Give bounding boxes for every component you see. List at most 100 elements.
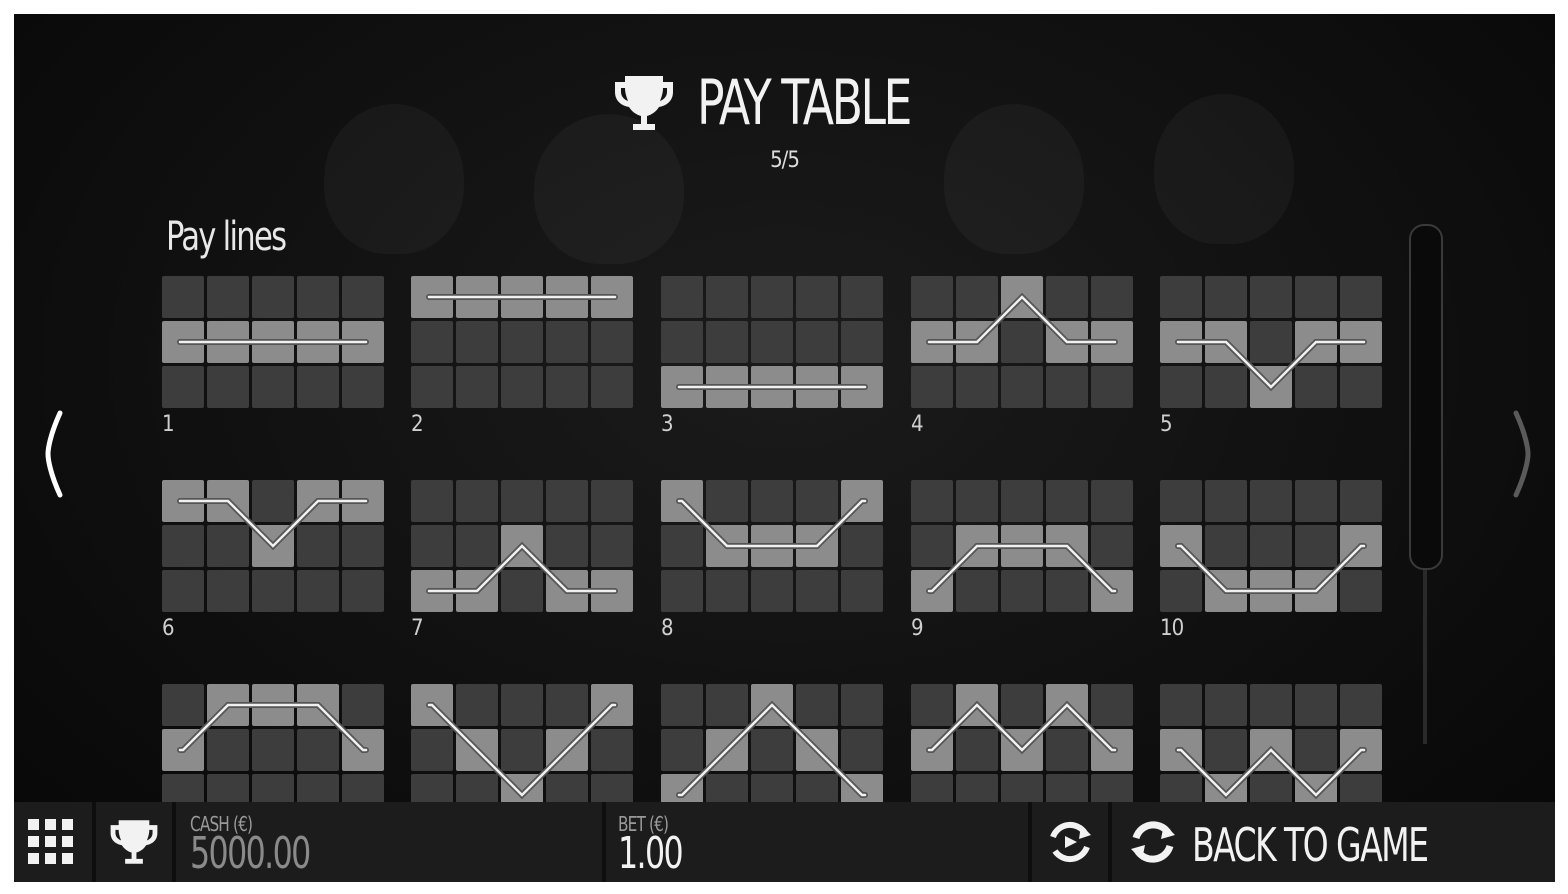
payline-cell [706,774,748,802]
payline-cell [1250,321,1292,363]
divider [602,802,606,882]
payline-cell [661,570,703,612]
payline-cell [1046,366,1088,408]
payline-cell [1295,729,1337,771]
payline-cell [1340,774,1382,802]
payline-cell [911,480,953,522]
payline-cell [501,684,543,726]
payline-cell [1340,570,1382,612]
payline-cell [411,729,453,771]
paytable-button[interactable] [96,802,172,882]
payline-cell [1250,774,1292,802]
payline-diagram [1160,684,1382,802]
payline-cell [456,366,498,408]
payline-cell [956,366,998,408]
payline-cell [456,774,498,802]
payline-number: 1 [162,412,175,437]
payline-diagram [162,480,384,612]
chevron-left-icon [45,410,63,498]
payline-cell [252,774,294,802]
payline-cell [1046,729,1088,771]
payline-cell [841,321,883,363]
payline-cell [751,729,793,771]
payline-cell [1160,774,1202,802]
payline-cell [1001,684,1043,726]
payline-cell [911,366,953,408]
payline-cell [252,276,294,318]
payline-cell [1001,774,1043,802]
payline-diagram [162,684,384,802]
payline-cell [342,276,384,318]
payline-number: 6 [162,616,175,641]
payline-cell [661,276,703,318]
payline-cell [411,480,453,522]
payline-cell [591,321,633,363]
payline-cell [661,321,703,363]
divider [172,802,176,882]
payline-cell [1091,366,1133,408]
payline-number: 3 [661,412,674,437]
payline-cell [1001,366,1043,408]
payline-cell [1340,366,1382,408]
payline-cell [1160,570,1202,612]
next-page-button[interactable] [1500,409,1540,499]
payline-cell [546,321,588,363]
payline-cell [162,684,204,726]
payline-cell [796,321,838,363]
payline-cell [1091,480,1133,522]
payline-cell [297,366,339,408]
menu-button[interactable] [14,802,92,882]
payline-cell [207,729,249,771]
payline-cell [546,684,588,726]
payline-cell [207,366,249,408]
payline-cell [456,525,498,567]
payline-cell [207,525,249,567]
payline-cell [956,570,998,612]
payline-cell [1250,684,1292,726]
payline-cell [1340,684,1382,726]
payline-cell [956,729,998,771]
payline-cell [1046,570,1088,612]
payline-cell [841,525,883,567]
payline-cell [841,276,883,318]
payline-cell [1160,276,1202,318]
previous-page-button[interactable] [36,409,76,499]
payline-cell [207,774,249,802]
payline-12: 12 [411,684,635,802]
payline-cell [956,480,998,522]
payline-cell [162,570,204,612]
scrollbar-thumb[interactable] [1409,224,1443,570]
payline-cell [342,366,384,408]
payline-cell [661,729,703,771]
payline-diagram [661,480,883,612]
bet-value[interactable]: 1.00 [618,828,684,879]
payline-6: 6 [162,480,386,641]
payline-cell [706,321,748,363]
payline-cell [751,570,793,612]
payline-cell [342,774,384,802]
payline-cell [1295,276,1337,318]
autoplay-button[interactable] [1032,802,1108,882]
payline-cell [162,366,204,408]
payline-cell [706,276,748,318]
payline-cell [706,684,748,726]
payline-cell [1160,480,1202,522]
payline-cell [591,480,633,522]
payline-cell [1250,525,1292,567]
payline-cell [1205,729,1247,771]
payline-number: 10 [1160,616,1184,641]
payline-cell [456,321,498,363]
payline-13: 13 [661,684,885,802]
payline-cell [706,570,748,612]
payline-cell [342,525,384,567]
payline-number: 5 [1160,412,1173,437]
payline-cell [456,684,498,726]
payline-cell [661,684,703,726]
payline-cell [1340,480,1382,522]
paylines-scroll-area[interactable]: Pay lines 123456789101112131415 [14,14,1555,802]
payline-1: 1 [162,276,386,437]
payline-cell [751,321,793,363]
payline-diagram [661,276,883,408]
payline-cell [1205,684,1247,726]
payline-cell [591,729,633,771]
